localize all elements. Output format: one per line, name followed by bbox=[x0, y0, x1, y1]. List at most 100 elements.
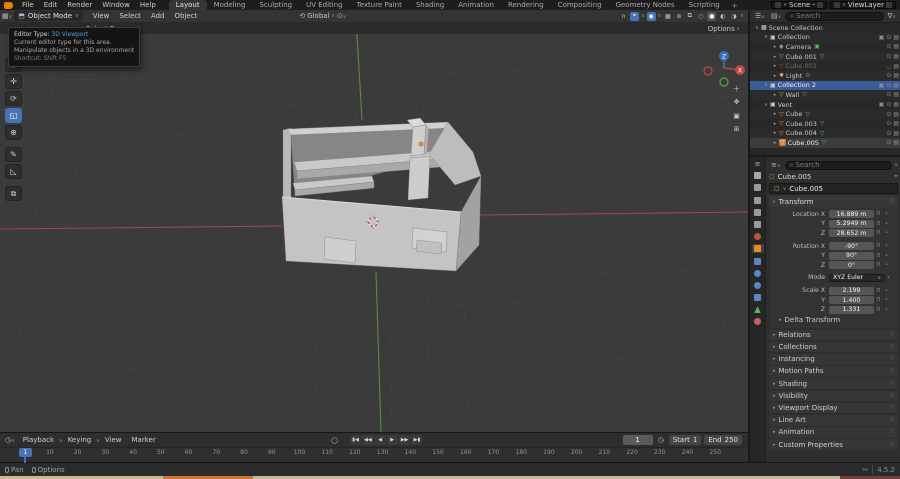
properties-tab-physics[interactable] bbox=[752, 281, 764, 290]
expander-icon[interactable]: ▸ bbox=[771, 73, 779, 79]
expander-icon[interactable]: ∨ bbox=[762, 82, 770, 88]
lock-icon[interactable]: ⊓ bbox=[874, 262, 883, 268]
viewport-menu-object[interactable]: Object bbox=[170, 12, 203, 20]
animate-dot-icon[interactable]: • bbox=[883, 243, 890, 249]
rotation-mode-dropdown[interactable]: XYZ Euler ∨ bbox=[829, 273, 885, 282]
outliner-item-scene-collection[interactable]: ∨ ▦ Scene Collection bbox=[750, 23, 900, 33]
properties-tab-object[interactable] bbox=[751, 244, 764, 254]
render-visibility-icon[interactable]: ▤ bbox=[893, 139, 899, 146]
expander-icon[interactable]: ▸ bbox=[771, 92, 779, 98]
scale-value-field[interactable]: 1.331 bbox=[829, 305, 874, 314]
menu-file[interactable]: File bbox=[17, 1, 39, 9]
new-viewlayer-button[interactable] bbox=[886, 2, 892, 8]
section-collections[interactable]: ▸ Collections ⠿ bbox=[769, 341, 898, 353]
viewport-menu-view[interactable]: View bbox=[88, 12, 115, 20]
editor-type-icon[interactable]: ≡ bbox=[753, 160, 763, 168]
options-dropdown[interactable]: Options ∨ bbox=[708, 25, 740, 33]
eye-open-icon[interactable]: ⊙ bbox=[886, 91, 891, 98]
expander-icon[interactable]: ▸ bbox=[771, 121, 779, 127]
tool-scale[interactable]: ◱ bbox=[5, 108, 22, 123]
render-visibility-icon[interactable]: ▤ bbox=[893, 82, 899, 89]
eye-open-icon[interactable]: ⊙ bbox=[886, 72, 891, 79]
eye-open-icon[interactable]: ⊙ bbox=[886, 34, 891, 41]
expander-icon[interactable]: ∨ bbox=[762, 102, 770, 108]
section-relations[interactable]: ▸ Relations ⠿ bbox=[769, 329, 898, 341]
lock-icon[interactable]: ⊓ bbox=[874, 297, 883, 303]
outliner-item-cube-005[interactable]: ▸ ▽ Cube.005 ▽ ⊙ ▤ bbox=[750, 138, 900, 148]
outliner-item-wall[interactable]: ▸ ▽ Wall ▽ ⊙ ▤ bbox=[750, 90, 900, 100]
expander-icon[interactable]: ▸ bbox=[771, 140, 779, 146]
eye-open-icon[interactable]: ⊙ bbox=[886, 53, 891, 60]
expander-icon[interactable]: ∨ bbox=[762, 34, 770, 40]
expander-icon[interactable]: ∨ bbox=[753, 25, 761, 31]
drag-handle-icon[interactable]: ⠿ bbox=[890, 198, 895, 206]
viewport-menu-select[interactable]: Select bbox=[114, 12, 146, 20]
render-visibility-icon[interactable]: ▤ bbox=[893, 63, 899, 70]
properties-tab-scene[interactable] bbox=[752, 220, 764, 229]
eye-open-icon[interactable]: ⊙ bbox=[886, 43, 891, 50]
properties-tab-material[interactable] bbox=[752, 317, 764, 326]
timeline-menu-keying[interactable]: Keying bbox=[63, 436, 97, 444]
orientation-dropdown[interactable]: ⟲ Global ∨ bbox=[297, 12, 334, 20]
outliner-item-vent[interactable]: ∨ ▣ Vent ▣ ⊙ ▤ bbox=[750, 100, 900, 110]
rotation-value-field[interactable]: 0° bbox=[829, 261, 874, 270]
render-visibility-icon[interactable]: ▤ bbox=[893, 43, 899, 50]
next-keyframe-button[interactable]: ▶▶ bbox=[399, 435, 412, 445]
display-mode-icon[interactable]: ▤∨ bbox=[769, 12, 783, 20]
properties-tab-data[interactable] bbox=[752, 305, 764, 314]
tab-texture-paint[interactable]: Texture Paint bbox=[350, 0, 409, 10]
shading-material-icon[interactable]: ◐ bbox=[718, 12, 727, 21]
outliner-item-cube-002[interactable]: ▸ ▽ Cube.002 ◡ ▤ bbox=[750, 61, 900, 71]
new-scene-button[interactable] bbox=[817, 2, 824, 8]
outliner-item-cube[interactable]: ▸ ▽ Cube ▽ ⊙ ▤ bbox=[750, 109, 900, 119]
show-overlays-icon[interactable]: ⊚ bbox=[674, 12, 683, 21]
eye-open-icon[interactable]: ⊙ bbox=[886, 82, 891, 89]
jump-end-button[interactable]: ▶▮ bbox=[411, 435, 424, 445]
shading-rendered-icon[interactable]: ◑ bbox=[729, 12, 738, 21]
animate-dot-icon[interactable]: • bbox=[883, 211, 890, 217]
checkbox-icon[interactable]: ▣ bbox=[879, 82, 885, 89]
tab-scripting[interactable]: Scripting bbox=[682, 0, 727, 10]
eye-open-icon[interactable]: ⊙ bbox=[886, 101, 891, 108]
outliner-item-collection[interactable]: ∨ ▣ Collection ▣ ⊙ ▤ bbox=[750, 32, 900, 43]
rotation-value-field[interactable]: -90° bbox=[829, 242, 874, 251]
location-value-field[interactable]: 5.2949 m bbox=[829, 219, 874, 228]
render-visibility-icon[interactable]: ▤ bbox=[893, 72, 899, 79]
start-frame-field[interactable]: Start 1 bbox=[668, 435, 702, 445]
pin-icon[interactable]: ⌖ bbox=[812, 2, 815, 8]
outliner-item-camera[interactable]: ▸ ◈ Camera ▣ ⊙ ▤ bbox=[750, 42, 900, 52]
expander-icon[interactable]: ▸ bbox=[771, 130, 779, 136]
eye-open-icon[interactable]: ⊙ bbox=[886, 111, 891, 118]
pivot-point-dropdown[interactable]: ⊙∨ bbox=[335, 12, 349, 20]
section-viewport-display[interactable]: ▸ Viewport Display ⠿ bbox=[769, 402, 898, 414]
menu-window[interactable]: Window bbox=[97, 1, 135, 9]
proportional-edit-icon[interactable]: ◉ bbox=[646, 11, 656, 21]
viewport-pan-icon[interactable]: ✥ bbox=[730, 95, 743, 109]
editor-type-icon[interactable]: ◷∨ bbox=[3, 436, 17, 444]
outliner-item-cube-004[interactable]: ▸ ▽ Cube.004 ▽ ⊙ ▤ bbox=[750, 128, 900, 139]
shading-wireframe-icon[interactable]: ○ bbox=[696, 12, 705, 21]
render-visibility-icon[interactable]: ▤ bbox=[893, 101, 899, 108]
shading-solid-icon[interactable]: ● bbox=[707, 11, 717, 21]
render-visibility-icon[interactable]: ▤ bbox=[893, 53, 899, 60]
snap-target-icon[interactable]: ⌖ bbox=[629, 11, 639, 21]
properties-tab-output[interactable] bbox=[752, 196, 764, 205]
outliner-item-cube-003[interactable]: ▸ ▽ Cube.003 ▽ ⊙ ▤ bbox=[750, 119, 900, 129]
properties-tab-constraints[interactable] bbox=[752, 293, 764, 302]
end-frame-field[interactable]: End 250 bbox=[704, 435, 742, 445]
play-button[interactable]: ▶ bbox=[387, 435, 399, 445]
section-custom-properties[interactable]: ▸ Custom Properties ⠿ bbox=[769, 439, 898, 450]
timeline-menu-marker[interactable]: Marker bbox=[127, 436, 161, 444]
current-frame-field[interactable]: 1 bbox=[622, 435, 653, 445]
properties-search-input[interactable]: ⌕ Search bbox=[784, 160, 893, 170]
add-workspace-button[interactable]: + bbox=[727, 2, 743, 10]
outliner-item-collection-2[interactable]: ∨ ▣ Collection 2 ▣ ⊙ ▤ bbox=[750, 80, 900, 91]
scene-selector[interactable]: ∨ Scene ⌖ bbox=[771, 1, 828, 9]
timeline-ruler[interactable]: 1 10 20 30 40 50 60 70 80 90 100 110 120 130 140 150 16… bbox=[0, 447, 748, 463]
menu-help[interactable]: Help bbox=[135, 1, 161, 9]
lock-icon[interactable]: ⊓ bbox=[874, 288, 883, 294]
section-instancing[interactable]: ▸ Instancing ⠿ bbox=[769, 353, 898, 365]
scale-value-field[interactable]: 1.400 bbox=[829, 296, 874, 305]
timeline-menu-playback[interactable]: Playback bbox=[18, 436, 59, 444]
location-value-field[interactable]: 28.652 m bbox=[829, 229, 874, 238]
